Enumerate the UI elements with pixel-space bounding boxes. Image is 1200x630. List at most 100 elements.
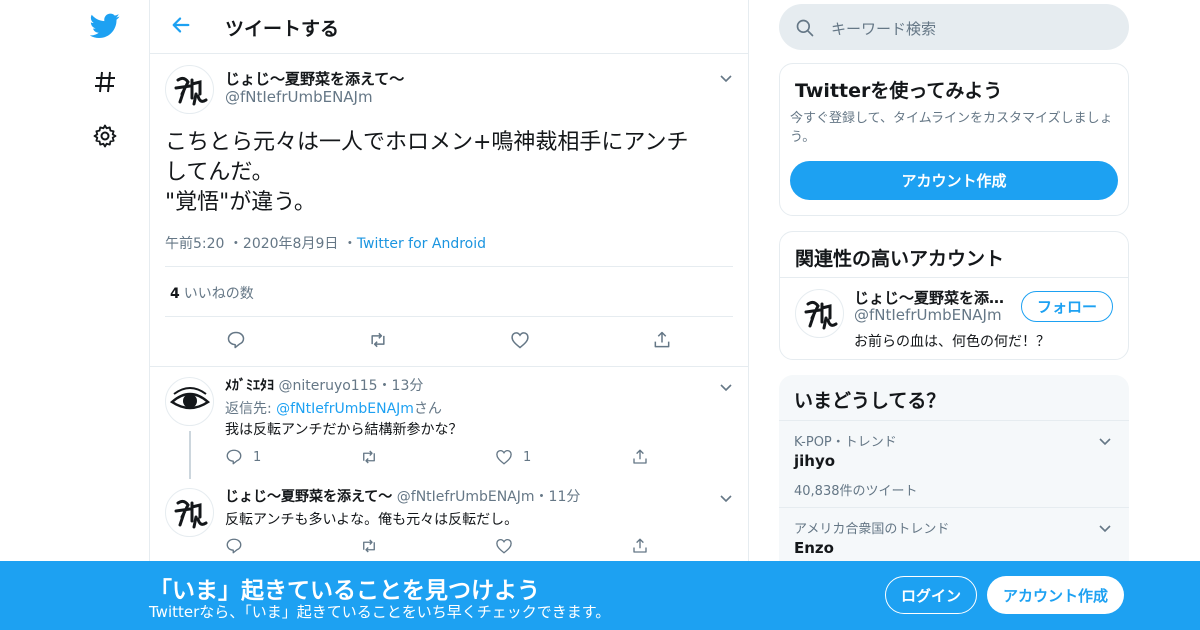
avatar[interactable] — [165, 377, 214, 426]
reply-header: ﾒｶﾞﾐｴﾀﾖ @niteruyo115・13分 — [225, 375, 423, 395]
reply-author-name[interactable]: じょじ～夏野菜を添えて～ — [225, 489, 392, 505]
tweet-column: ツイートする じょじ～夏野菜を添えて～ @fNtIefrUmbENAJm こちと… — [149, 0, 749, 630]
dot-separator: ・ — [342, 236, 357, 252]
reply-tweet[interactable]: じょじ～夏野菜を添えて～ @fNtIefrUmbENAJm・11分 反転アンチも… — [150, 478, 750, 561]
reply-header: じょじ～夏野菜を添えて～ @fNtIefrUmbENAJm・11分 — [225, 486, 580, 506]
tweet-date[interactable]: 2020年8月9日 — [243, 236, 338, 252]
chevron-down-icon[interactable] — [718, 379, 734, 395]
twitter-bird-icon[interactable] — [88, 9, 122, 43]
likes-label: いいねの数 — [183, 286, 254, 302]
trend-name: Enzo — [794, 539, 834, 557]
chevron-down-icon[interactable] — [1097, 520, 1113, 536]
reply-count: 1 — [253, 449, 262, 465]
tweet-actions — [150, 330, 750, 358]
follow-button[interactable]: フォロー — [1021, 291, 1113, 322]
trend-context: アメリカ合衆国のトレンド — [794, 522, 950, 537]
reply-author-handle[interactable]: @fNtIefrUmbENAJm — [397, 489, 535, 505]
trend-count: 40,838件のツイート — [794, 484, 918, 499]
reply-icon[interactable] — [225, 537, 243, 555]
retweet-icon[interactable] — [367, 330, 389, 350]
dot-separator: ・ — [377, 378, 392, 394]
related-card-title: 関連性の高いアカウント — [795, 248, 1005, 270]
avatar[interactable] — [165, 65, 214, 114]
reply-to-suffix: さん — [413, 401, 442, 417]
related-account-bio: お前らの血は、何色の何だ！？ — [854, 334, 1050, 350]
likes-stat[interactable]: 4 いいねの数 — [170, 283, 254, 303]
signup-card-desc-line: う。 — [790, 130, 816, 145]
related-account-name[interactable]: じょじ～夏野菜を添… — [854, 287, 1004, 308]
back-arrow-icon[interactable] — [170, 14, 194, 38]
trend-name: jihyo — [794, 452, 836, 470]
share-icon[interactable] — [631, 537, 649, 555]
create-account-button[interactable]: アカウント作成 — [790, 161, 1118, 200]
signup-card-description: 今すぐ登録して、タイムラインをカスタマイズしましょ う。 — [790, 109, 1113, 147]
signup-card-desc-line: 今すぐ登録して、タイムラインをカスタマイズしましょ — [790, 111, 1113, 126]
tweet-text: こちとら元々は一人でホロメン+鳴神裁相手にアンチ してんだ。 "覚悟"が違う。 — [165, 128, 735, 218]
like-heart-icon[interactable] — [495, 537, 513, 555]
author-name[interactable]: じょじ～夏野菜を添えて～ — [225, 68, 404, 89]
like-heart-icon — [496, 449, 512, 465]
chevron-down-icon[interactable] — [718, 490, 734, 506]
tweet-meta: 午前5:20 ・2020年8月9日 ・Twitter for Android — [165, 233, 486, 253]
share-icon[interactable] — [631, 448, 649, 466]
reply-to-line: 返信先: @fNtIefrUmbENAJmさん — [225, 398, 442, 418]
divider — [780, 277, 1128, 278]
tweet-text-line: してんだ。 — [165, 160, 274, 185]
main-tweet: じょじ～夏野菜を添えて～ @fNtIefrUmbENAJm こちとら元々は一人で… — [150, 54, 748, 367]
tweet-source-link[interactable]: Twitter for Android — [357, 236, 486, 252]
page-title: ツイートする — [225, 18, 340, 40]
reply-time[interactable]: 11分 — [549, 489, 581, 505]
reply-to-prefix: 返信先: — [225, 401, 277, 417]
page-header: ツイートする — [150, 0, 748, 54]
signup-banner: 「いま」起きていることを見つけよう Twitterなら、「いま」起きていることを… — [0, 561, 1200, 630]
tweet-text-line: "覚悟"が違う。 — [165, 190, 316, 215]
author-handle[interactable]: @fNtIefrUmbENAJm — [225, 88, 373, 106]
dot-separator: ・ — [228, 236, 243, 252]
left-nav — [0, 0, 150, 630]
divider — [165, 316, 733, 317]
reply-author-handle[interactable]: @niteruyo115 — [278, 378, 377, 394]
trend-item[interactable]: K-POP・トレンド jihyo 40,838件のツイート — [779, 421, 1129, 507]
divider — [165, 266, 733, 267]
hashtag-icon[interactable] — [88, 65, 122, 99]
trends-title: いまどうしてる？ — [794, 390, 946, 412]
like-heart-icon[interactable] — [510, 330, 530, 350]
share-icon[interactable] — [652, 330, 672, 350]
reply-text: 反転アンチも多いよな。俺も元々は反転だし。 — [225, 512, 519, 528]
login-button[interactable]: ログイン — [885, 576, 977, 614]
tweet-time[interactable]: 午前5:20 — [165, 236, 224, 252]
gear-icon[interactable] — [88, 119, 122, 153]
signup-card-title: Twitterを使ってみよう — [795, 80, 1003, 102]
signup-card: Twitterを使ってみよう 今すぐ登録して、タイムラインをカスタマイズしましょ… — [779, 63, 1129, 216]
retweet-icon[interactable] — [359, 537, 379, 555]
search-bar[interactable]: キーワード検索 — [779, 4, 1129, 50]
search-input[interactable]: キーワード検索 — [831, 18, 936, 39]
likes-count: 4 — [170, 286, 180, 302]
like-count: 1 — [523, 449, 532, 465]
reply-time[interactable]: 13分 — [392, 378, 424, 394]
related-account-handle[interactable]: @fNtIefrUmbENAJm — [854, 306, 1002, 324]
banner-signup-button[interactable]: アカウント作成 — [987, 576, 1124, 614]
trend-context: K-POP・トレンド — [794, 435, 897, 450]
reply-button[interactable]: 1 — [225, 448, 261, 466]
banner-title: 「いま」起きていることを見つけよう — [149, 578, 540, 604]
tweet-text-line: こちとら元々は一人でホロメン+鳴神裁相手にアンチ — [165, 130, 689, 155]
chevron-down-icon[interactable] — [718, 70, 734, 86]
reply-text: 我は反転アンチだから結構新参かな？ — [225, 422, 463, 438]
retweet-icon[interactable] — [359, 448, 379, 466]
avatar[interactable] — [795, 289, 844, 338]
dot-separator: ・ — [534, 489, 549, 505]
chevron-down-icon[interactable] — [1097, 433, 1113, 449]
reply-author-name[interactable]: ﾒｶﾞﾐｴﾀﾖ — [225, 378, 274, 394]
reply-to-handle[interactable]: @fNtIefrUmbENAJm — [276, 401, 414, 417]
avatar[interactable] — [165, 488, 214, 537]
search-icon — [796, 19, 814, 37]
banner-subtitle: Twitterなら、「いま」起きていることをいち早くチェックできます。 — [149, 603, 611, 621]
reply-icon — [226, 449, 242, 465]
trend-item[interactable]: アメリカ合衆国のトレンド Enzo — [779, 508, 1129, 568]
reply-tweet[interactable]: ﾒｶﾞﾐｴﾀﾖ @niteruyo115・13分 返信先: @fNtIefrUm… — [150, 367, 750, 482]
reply-icon[interactable] — [226, 330, 246, 350]
like-button[interactable]: 1 — [495, 448, 531, 466]
related-accounts-card: 関連性の高いアカウント じょじ～夏野菜を添… @fNtIefrUmbENAJm … — [779, 231, 1129, 360]
thread-line — [189, 431, 191, 479]
